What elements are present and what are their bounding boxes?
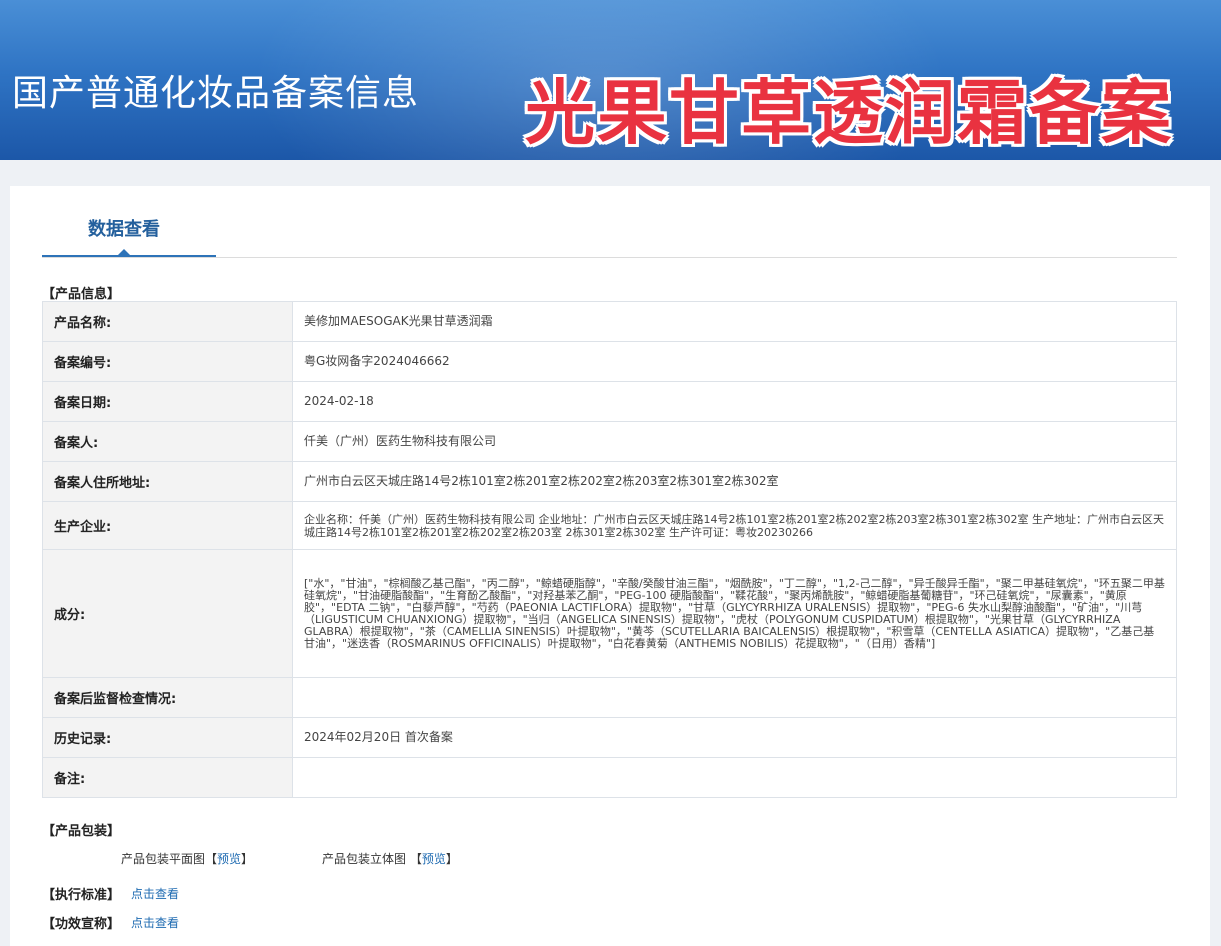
section-product-info: 【产品信息】 — [42, 287, 121, 302]
tab-caret-icon — [118, 249, 130, 255]
table-row: 备案后监督检查情况: — [42, 677, 1177, 718]
section-efficacy: 【功效宣称】 — [42, 917, 121, 932]
field-label: 备案人: — [42, 421, 293, 462]
table-row: 备案人住所地址: 广州市白云区天城庄路14号2栋101室2栋201室2栋202室… — [42, 461, 1177, 502]
preview-solid-link[interactable]: 预览 — [422, 852, 446, 866]
field-label: 生产企业: — [42, 501, 293, 550]
field-value: 广州市白云区天城庄路14号2栋101室2栋201室2栋202室2栋203室2栋3… — [292, 461, 1177, 502]
table-row: 历史记录: 2024年02月20日 首次备案 — [42, 717, 1177, 758]
field-value: 美修加MAESOGAK光果甘草透润霜 — [292, 301, 1177, 342]
table-row: 备注: — [42, 757, 1177, 798]
page-title: 国产普通化妆品备案信息 — [12, 73, 420, 114]
field-label: 产品名称: — [42, 301, 293, 342]
tab-bar: 数据查看 — [42, 186, 1177, 258]
table-row: 产品名称: 美修加MAESOGAK光果甘草透润霜 — [42, 301, 1177, 342]
table-row: 备案日期: 2024-02-18 — [42, 381, 1177, 422]
packaging-flat-label: 产品包装平面图 — [121, 852, 206, 866]
table-row: 生产企业: 企业名称：仟美（广州）医药生物科技有限公司 企业地址：广州市白云区天… — [42, 501, 1177, 550]
field-value: 仟美（广州）医药生物科技有限公司 — [292, 421, 1177, 462]
efficacy-view-link[interactable]: 点击查看 — [131, 914, 179, 931]
field-value: 企业名称：仟美（广州）医药生物科技有限公司 企业地址：广州市白云区天城庄路14号… — [292, 501, 1177, 550]
standard-view-link[interactable]: 点击查看 — [131, 885, 179, 902]
table-row: 备案编号: 粤G妆网备字2024046662 — [42, 341, 1177, 382]
tab-data-view-label: 数据查看 — [88, 219, 160, 240]
field-label: 备注: — [42, 757, 293, 798]
section-standard: 【执行标准】 — [42, 888, 121, 903]
field-label: 备案人住所地址: — [42, 461, 293, 502]
field-label: 成分: — [42, 549, 293, 678]
field-value: ["水"，"甘油"，"棕榈酸乙基己酯"，"丙二醇"，"鲸蜡硬脂醇"，"辛酸/癸酸… — [292, 549, 1177, 678]
field-label: 备案日期: — [42, 381, 293, 422]
field-value: 2024-02-18 — [292, 381, 1177, 422]
product-info-table: 产品名称: 美修加MAESOGAK光果甘草透润霜 备案编号: 粤G妆网备字202… — [42, 301, 1177, 798]
packaging-solid-label: 产品包装立体图 — [322, 852, 407, 866]
table-row: 成分: ["水"，"甘油"，"棕榈酸乙基己酯"，"丙二醇"，"鲸蜡硬脂醇"，"辛… — [42, 549, 1177, 678]
overlay-caption: 光果甘草透润霜备案 — [525, 72, 1173, 154]
tab-data-view[interactable]: 数据查看 — [42, 186, 216, 257]
field-value: 粤G妆网备字2024046662 — [292, 341, 1177, 382]
field-label: 历史记录: — [42, 717, 293, 758]
field-label: 备案编号: — [42, 341, 293, 382]
section-packaging: 【产品包装】 — [42, 824, 121, 839]
preview-flat-link[interactable]: 预览 — [217, 852, 241, 866]
field-label: 备案后监督检查情况: — [42, 677, 293, 718]
field-value — [292, 677, 1177, 718]
content-panel: 数据查看 【产品信息】 产品名称: 美修加MAESOGAK光果甘草透润霜 备案编… — [10, 186, 1210, 946]
packaging-flat: 产品包装平面图【预览】 — [121, 852, 254, 866]
packaging-solid: 产品包装立体图 【预览】 — [322, 852, 458, 866]
table-row: 备案人: 仟美（广州）医药生物科技有限公司 — [42, 421, 1177, 462]
header-banner: 国产普通化妆品备案信息 光果甘草透润霜备案 — [0, 0, 1221, 160]
field-value — [292, 757, 1177, 798]
field-value: 2024年02月20日 首次备案 — [292, 717, 1177, 758]
